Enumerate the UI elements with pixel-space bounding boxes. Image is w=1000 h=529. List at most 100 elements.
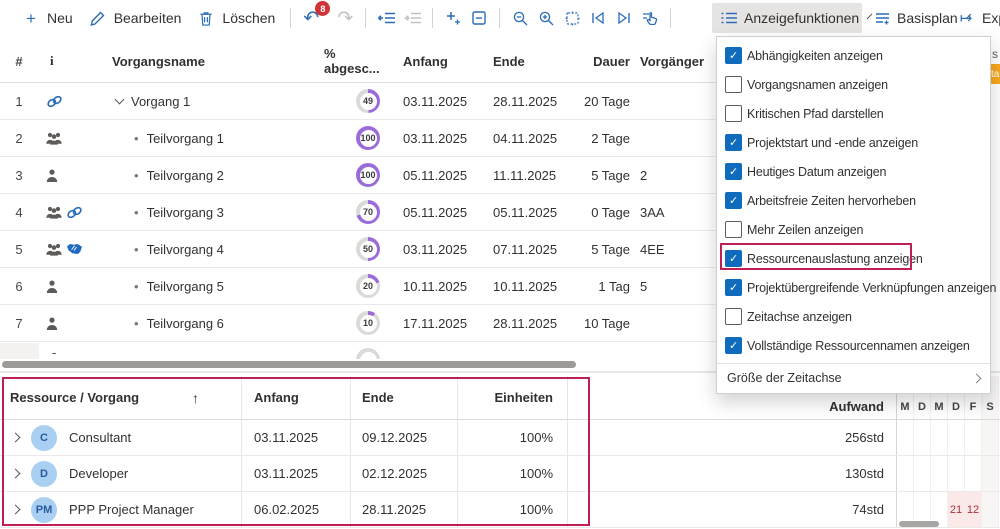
task-name[interactable]: Teilvorgang 4 (147, 242, 224, 257)
menu-item-full-resource-names[interactable]: Vollständige Ressourcennamen anzeigen (717, 331, 990, 360)
task-end[interactable]: 04.11.2025 (480, 131, 565, 146)
task-end[interactable]: 10.11.2025 (480, 279, 565, 294)
task-row[interactable]: 6 •Teilvorgang 5 20 10.11.2025 10.11.202… (0, 268, 716, 305)
expand-chevron-icon[interactable] (11, 433, 21, 443)
task-start[interactable]: 17.11.2025 (390, 316, 480, 331)
redo-button[interactable]: ↷ (332, 4, 358, 32)
task-name[interactable]: Vorgang 1 (131, 94, 190, 109)
task-row[interactable]: 3 •Teilvorgang 2 100 05.11.2025 11.11.20… (0, 157, 716, 194)
col-header-resource[interactable]: Ressource / Vorgang ↑ (0, 376, 242, 419)
expand-chevron-icon[interactable] (11, 469, 21, 479)
task-predecessor[interactable]: 3AA (630, 205, 716, 220)
task-end[interactable]: 28.11.2025 (480, 94, 565, 109)
outdent-button[interactable] (373, 4, 399, 32)
zoom-in-button[interactable] (533, 4, 559, 32)
new-button[interactable]: + Neu (14, 4, 81, 32)
col-header-info[interactable]: i (38, 53, 104, 69)
col-header-duration[interactable]: Dauer (565, 54, 630, 69)
menu-item-task-names[interactable]: Vorgangsnamen anzeigen (717, 70, 990, 99)
view-options-button[interactable]: Anzeigefunktionen (712, 3, 862, 33)
col-header-name[interactable]: Vorgangsname (104, 54, 324, 69)
col-header-units[interactable]: Einheiten (458, 376, 568, 419)
resource-row[interactable]: C Consultant 03.11.2025 09.12.2025 100% … (0, 420, 1000, 456)
task-name[interactable]: Teilvorgang 3 (147, 205, 224, 220)
menu-item-timeline[interactable]: Zeitachse anzeigen (717, 302, 990, 331)
task-duration[interactable]: 0 Tage (565, 205, 630, 220)
task-row[interactable]: 5 •Teilvorgang 4 50 03.11.2025 07.11.202… (0, 231, 716, 268)
checkbox-unchecked-icon[interactable] (725, 105, 742, 122)
task-start[interactable]: 03.11.2025 (390, 242, 480, 257)
panel-horizontal-scrollbar[interactable] (899, 521, 939, 527)
col-header-start[interactable]: Anfang (390, 54, 480, 69)
task-start[interactable]: 05.11.2025 (390, 205, 480, 220)
indent-button[interactable] (399, 4, 425, 32)
task-start[interactable]: 10.11.2025 (390, 279, 480, 294)
task-name[interactable]: Teilvorgang 6 (147, 316, 224, 331)
checkbox-unchecked-icon[interactable] (725, 221, 742, 238)
delete-button[interactable]: Löschen (189, 4, 283, 32)
menu-item-nonworking-time[interactable]: Arbeitsfreie Zeiten hervorheben (717, 186, 990, 215)
add-task-button[interactable] (440, 4, 466, 32)
menu-item-dependencies[interactable]: Abhängigkeiten anzeigen (717, 41, 990, 70)
checkbox-unchecked-icon[interactable] (725, 308, 742, 325)
resource-name[interactable]: PPP Project Manager (69, 502, 194, 517)
menu-item-resource-utilization[interactable]: Ressourcenauslastung anzeigen (717, 244, 990, 273)
task-duration[interactable]: 5 Tage (565, 168, 630, 183)
task-start[interactable]: 05.11.2025 (390, 168, 480, 183)
resource-row[interactable]: PM PPP Project Manager 06.02.2025 28.11.… (0, 492, 1000, 528)
checkbox-checked-icon[interactable] (725, 337, 742, 354)
resource-name[interactable]: Consultant (69, 430, 131, 445)
checkbox-unchecked-icon[interactable] (725, 76, 742, 93)
task-duration[interactable]: 5 Tage (565, 242, 630, 257)
horizontal-scrollbar[interactable] (2, 361, 576, 368)
task-duration[interactable]: 10 Tage (565, 316, 630, 331)
zoom-out-button[interactable] (507, 4, 533, 32)
col-header-start[interactable]: Anfang (242, 376, 351, 419)
resource-name[interactable]: Developer (69, 466, 128, 481)
task-name[interactable]: Teilvorgang 2 (147, 168, 224, 183)
task-predecessor[interactable]: 2 (630, 168, 716, 183)
menu-item-project-start-end[interactable]: Projektstart und -ende anzeigen (717, 128, 990, 157)
go-to-end-button[interactable] (611, 4, 637, 32)
task-name[interactable]: Teilvorgang 5 (147, 279, 224, 294)
col-header-num[interactable]: # (0, 54, 38, 69)
task-predecessor[interactable]: 5 (630, 279, 716, 294)
sort-ascending-icon[interactable]: ↑ (192, 390, 199, 406)
task-end[interactable]: 07.11.2025 (480, 242, 565, 257)
task-end[interactable]: 05.11.2025 (480, 205, 565, 220)
resource-row[interactable]: D Developer 03.11.2025 02.12.2025 100% 1… (0, 456, 1000, 492)
collapse-row-chevron[interactable] (115, 95, 125, 105)
task-duration[interactable]: 1 Tag (565, 279, 630, 294)
scroll-to-task-button[interactable] (637, 4, 663, 32)
task-row[interactable]: 7 •Teilvorgang 6 10 17.11.2025 28.11.202… (0, 305, 716, 342)
task-row[interactable]: 4 •Teilvorgang 3 70 05.11.2025 05.11.202… (0, 194, 716, 231)
task-duration[interactable]: 2 Tage (565, 131, 630, 146)
col-header-end[interactable]: Ende (480, 54, 565, 69)
menu-item-more-rows[interactable]: Mehr Zeilen anzeigen (717, 215, 990, 244)
col-header-end[interactable]: Ende (351, 376, 458, 419)
task-duration[interactable]: 20 Tage (565, 94, 630, 109)
task-row[interactable]: 2 •Teilvorgang 1 100 03.11.2025 04.11.20… (0, 120, 716, 157)
task-row[interactable]: 1 Vorgang 1 49 03.11.2025 28.11.2025 20 … (0, 83, 716, 120)
checkbox-checked-icon[interactable] (725, 163, 742, 180)
task-end[interactable]: 11.11.2025 (480, 168, 565, 183)
task-name[interactable]: Teilvorgang 1 (147, 131, 224, 146)
menu-item-critical-path[interactable]: Kritischen Pfad darstellen (717, 99, 990, 128)
checkbox-checked-icon[interactable] (725, 134, 742, 151)
export-button[interactable]: ↦ Exp (948, 3, 1000, 33)
checkbox-checked-icon[interactable] (725, 192, 742, 209)
col-header-pct[interactable]: % abgesc... (324, 46, 390, 76)
task-start[interactable]: 03.11.2025 (390, 131, 480, 146)
expand-chevron-icon[interactable] (11, 505, 21, 515)
task-predecessor[interactable]: 4EE (630, 242, 716, 257)
menu-item-timescale-size[interactable]: Größe der Zeitachse (717, 367, 990, 393)
checkbox-checked-icon[interactable] (725, 250, 742, 267)
menu-item-today-date[interactable]: Heutiges Datum anzeigen (717, 157, 990, 186)
col-header-predecessor[interactable]: Vorgänger (630, 54, 716, 69)
go-to-start-button[interactable] (585, 4, 611, 32)
undo-button[interactable]: ↶ 8 (298, 4, 324, 32)
checkbox-checked-icon[interactable] (725, 47, 742, 64)
task-end[interactable]: 28.11.2025 (480, 316, 565, 331)
task-start[interactable]: 03.11.2025 (390, 94, 480, 109)
fit-view-button[interactable] (559, 4, 585, 32)
